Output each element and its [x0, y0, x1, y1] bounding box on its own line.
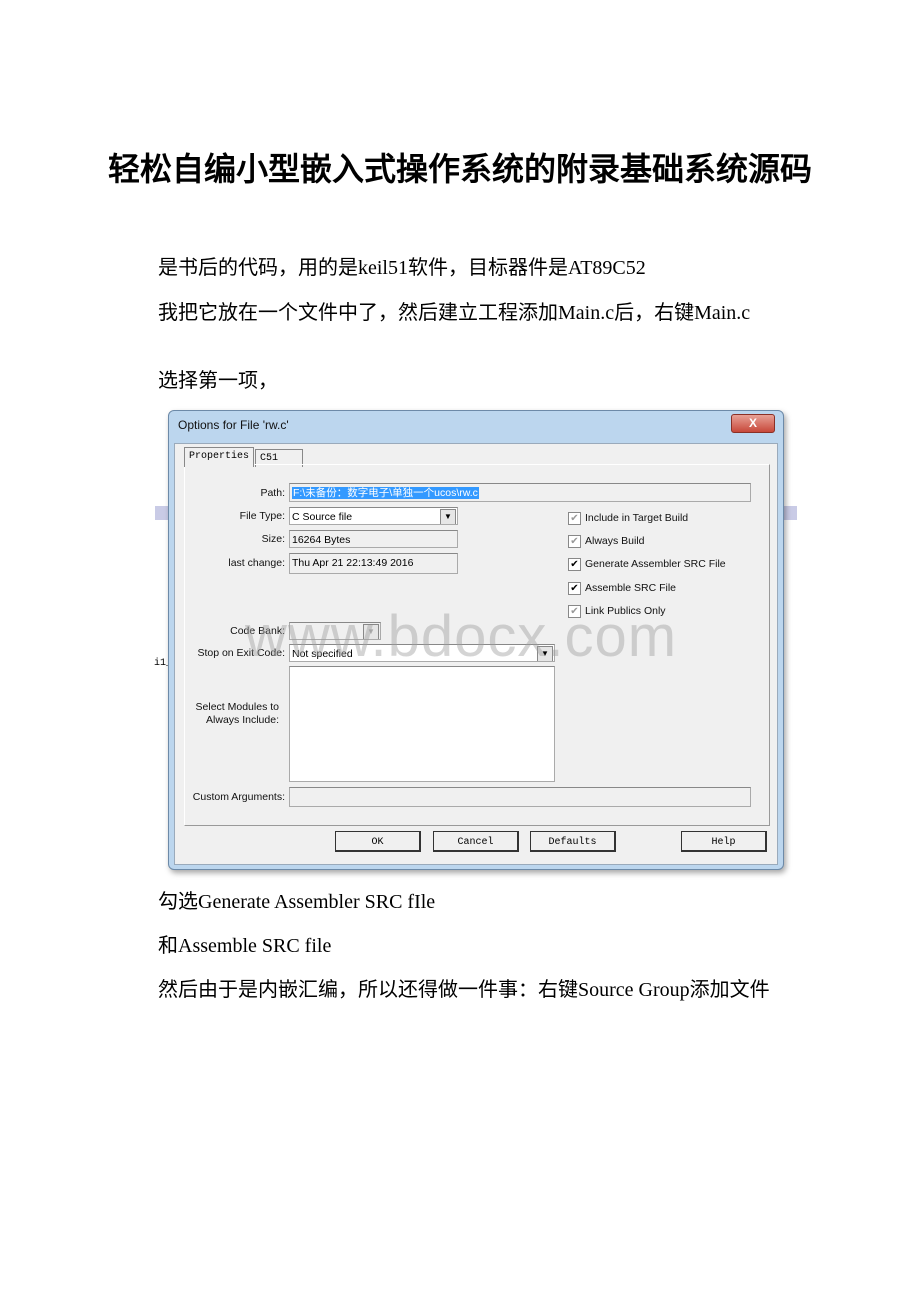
path-field[interactable]: F:\未备份：数字电子\单独一个ucos\rw.c [289, 483, 751, 502]
checkbox-label: Always Build [585, 535, 645, 547]
path-value: F:\未备份：数字电子\单独一个ucos\rw.c [292, 487, 479, 499]
last-change-field: Thu Apr 21 22:13:49 2016 [289, 553, 458, 574]
document-page: 轻松自编小型嵌入式操作系统的附录基础系统源码 是书后的代码，用的是keil51软… [0, 0, 920, 1302]
check-icon: ✔ [568, 512, 581, 525]
checkbox-label: Include in Target Build [585, 512, 689, 524]
paragraph: 是书后的代码，用的是keil51软件，目标器件是AT89C52 [158, 257, 646, 279]
defaults-button[interactable]: Defaults [530, 831, 616, 852]
dialog-title: Options for File 'rw.c' [178, 418, 289, 432]
file-type-select[interactable]: C Source file ▼ [289, 507, 458, 525]
help-button[interactable]: Help [681, 831, 767, 852]
ok-button[interactable]: OK [335, 831, 421, 852]
modules-label: Select Modules to Always Include: [195, 701, 279, 726]
modules-listbox[interactable] [289, 666, 555, 782]
paragraph: 然后由于是内嵌汇编，所以还得做一件事：右键Source Group添加文件 [158, 979, 770, 1001]
check-icon: ✔ [568, 582, 581, 595]
paragraph: 我把它放在一个文件中了，然后建立工程添加Main.c后，右键Main.c [158, 302, 751, 324]
check-icon: ✔ [568, 535, 581, 548]
last-change-label: last change: [228, 557, 285, 569]
size-field: 16264 Bytes [289, 530, 458, 548]
tab-properties[interactable]: Properties [184, 447, 255, 467]
paragraph: 勾选Generate Assembler SRC fIle [158, 891, 436, 913]
file-type-value: C Source file [292, 511, 353, 523]
size-label: Size: [261, 533, 285, 545]
custom-arguments-input[interactable] [289, 787, 751, 807]
checkbox-label: Generate Assembler SRC File [585, 558, 726, 570]
check-icon: ✔ [568, 558, 581, 571]
paragraph: 选择第一项， [158, 370, 278, 392]
watermark: www.bdocx.com [245, 604, 678, 669]
close-button[interactable]: X [731, 414, 775, 433]
background-band [782, 506, 797, 520]
chevron-down-icon: ▼ [440, 509, 456, 524]
file-type-label: File Type: [239, 510, 285, 522]
checkbox-label: Assemble SRC File [585, 582, 677, 594]
path-label: Path: [260, 487, 285, 499]
document-title: 轻松自编小型嵌入式操作系统的附录基础系统源码 [107, 151, 812, 187]
cancel-button[interactable]: Cancel [433, 831, 519, 852]
paragraph: 和Assemble SRC file [158, 935, 332, 957]
custom-arguments-label: Custom Arguments: [192, 791, 285, 803]
